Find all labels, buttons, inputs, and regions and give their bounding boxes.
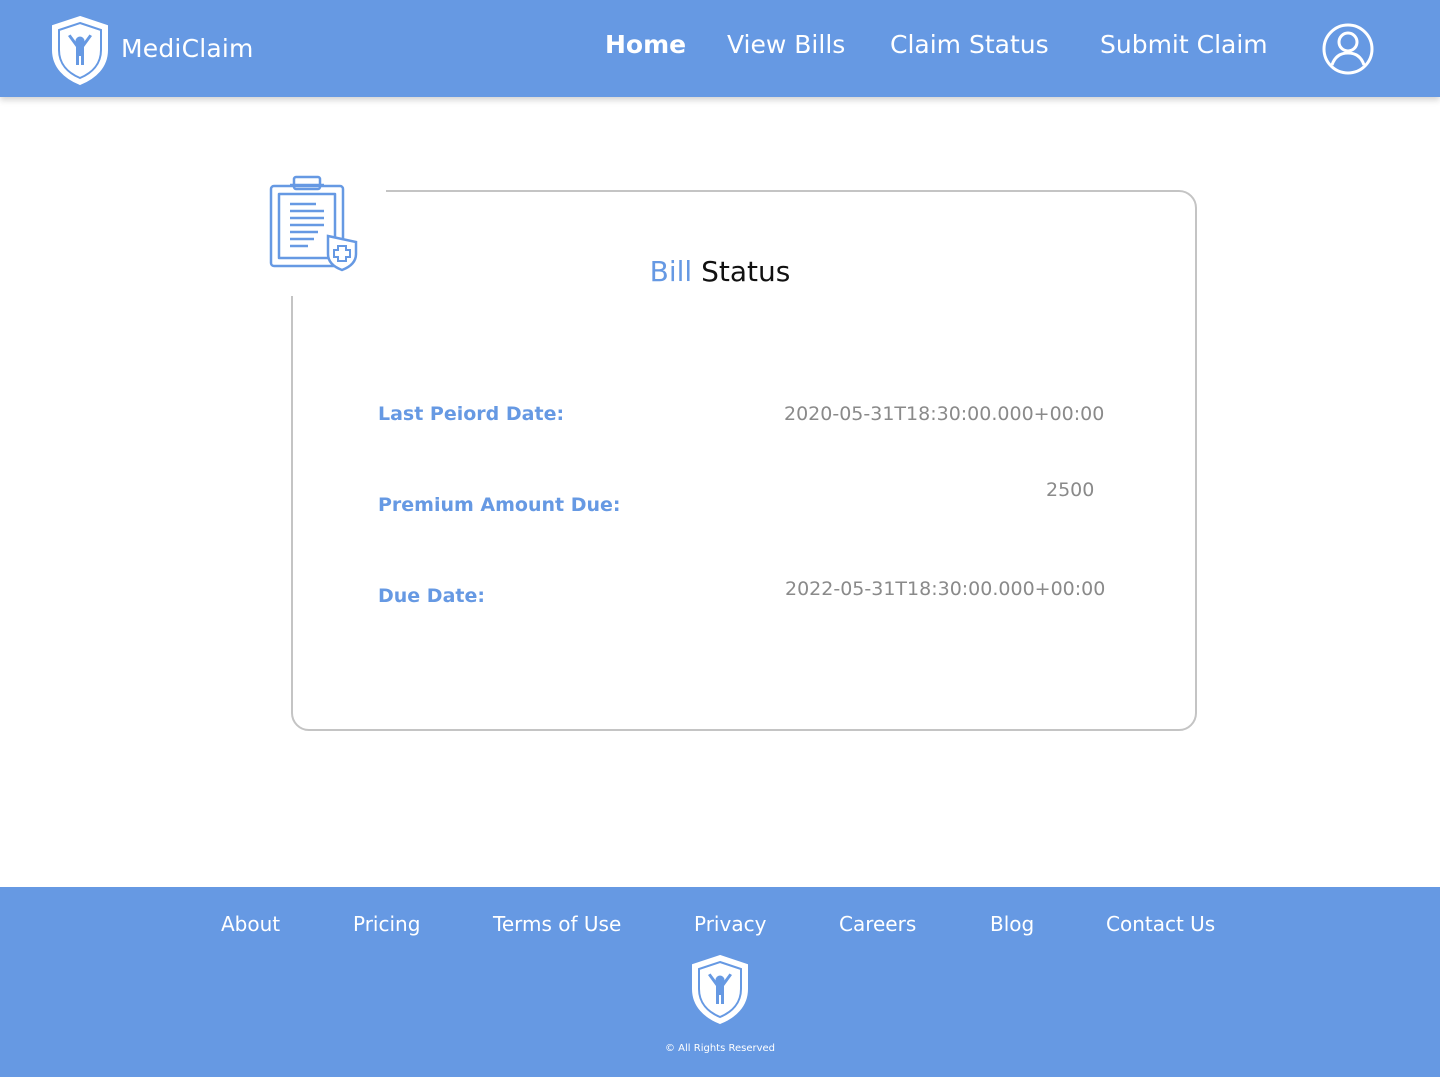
footer-link-pricing[interactable]: Pricing [353,912,420,936]
shield-person-logo-icon [52,15,108,86]
premium-amount-value: 2500 [1046,479,1095,501]
brand[interactable]: MediClaim [48,14,253,86]
card-title: Bill Status [0,255,1440,288]
nav-claim-status[interactable]: Claim Status [890,30,1049,59]
copyright-text: © All Rights Reserved [664,1043,776,1054]
due-date-value: 2022-05-31T18:30:00.000+00:00 [785,578,1106,600]
footer-link-careers[interactable]: Careers [839,912,916,936]
top-navbar: MediClaim Home View Bills Claim Status S… [0,0,1440,97]
card-title-status: Status [701,255,791,288]
nav-submit-claim[interactable]: Submit Claim [1100,30,1268,59]
footer-link-privacy[interactable]: Privacy [694,912,766,936]
due-date-label: Due Date: [378,585,485,607]
premium-amount-label: Premium Amount Due: [378,494,621,516]
footer-link-contact[interactable]: Contact Us [1106,912,1215,936]
brand-name: MediClaim [121,34,254,63]
last-period-date-label: Last Peiord Date: [378,403,565,425]
footer: About Pricing Terms of Use Privacy Caree… [0,887,1440,1077]
last-period-date-value: 2020-05-31T18:30:00.000+00:00 [784,403,1105,425]
nav-view-bills[interactable]: View Bills [727,30,845,59]
footer-link-terms[interactable]: Terms of Use [493,912,621,936]
user-circle-icon[interactable] [1321,22,1375,76]
footer-link-blog[interactable]: Blog [990,912,1034,936]
card-title-bill: Bill [649,255,693,288]
shield-person-logo-icon [692,954,748,1025]
nav-home[interactable]: Home [605,30,686,59]
footer-link-about[interactable]: About [221,912,280,936]
